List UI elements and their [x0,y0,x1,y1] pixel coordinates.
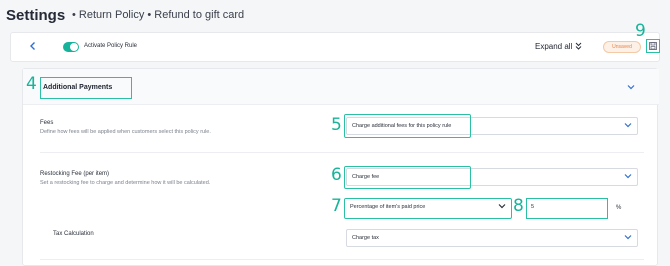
chevron-down-icon [498,203,506,211]
double-chevron-down-icon[interactable] [575,42,582,52]
activate-policy-toggle[interactable] [63,42,79,52]
expand-all-button[interactable]: Expand all [535,42,572,51]
chevron-down-icon [624,173,632,181]
annotation-marker-7: 7 [331,196,342,216]
activate-policy-label: Activate Policy Rule [84,43,138,49]
fee-amount-input[interactable]: 5 [526,198,608,219]
tax-calculation-label: Tax Calculation [53,231,94,237]
annotation-marker-6: 6 [331,165,342,185]
save-button[interactable] [646,39,660,53]
section-title: Additional Payments [43,84,113,91]
breadcrumb: • Return Policy • Refund to gift card [72,9,245,21]
annotation-marker-8: 8 [513,196,524,216]
annotation-marker-4: 4 [26,74,37,94]
fees-label: Fees [40,120,54,126]
restocking-fee-label: Restocking Fee (per item) [40,171,110,177]
chevron-down-icon [624,122,632,130]
section-header[interactable]: Additional Payments [23,69,659,105]
page-header: Settings • Return Policy • Refund to gif… [0,0,670,30]
annotation-marker-9: 9 [635,21,646,41]
policy-toolbar: Activate Policy Rule Expand all Unsaved [10,32,660,62]
fee-method-select[interactable]: Percentage of item's paid price [344,198,512,219]
divider [40,259,644,260]
floppy-disk-icon [649,42,657,50]
page-title: Settings [6,7,66,24]
fee-amount-value: 5 [531,204,535,210]
fees-select-highlight [344,114,471,138]
restocking-fee-select-highlight [344,166,471,189]
chevron-left-icon[interactable] [28,41,40,53]
status-badge: Unsaved [603,41,641,53]
restocking-fee-description: Set a restocking fee to charge and deter… [40,180,211,186]
tax-calculation-select[interactable]: Charge tax [346,229,638,247]
chevron-down-icon[interactable] [627,83,635,92]
percent-unit: % [616,205,622,211]
annotation-marker-5: 5 [331,115,342,135]
fee-method-select-value: Percentage of item's paid price [350,204,426,210]
tax-calculation-select-value: Charge tax [352,235,379,241]
fees-description: Define how fees will be applied when cus… [40,129,211,135]
chevron-down-icon [624,234,632,242]
divider [40,152,644,153]
